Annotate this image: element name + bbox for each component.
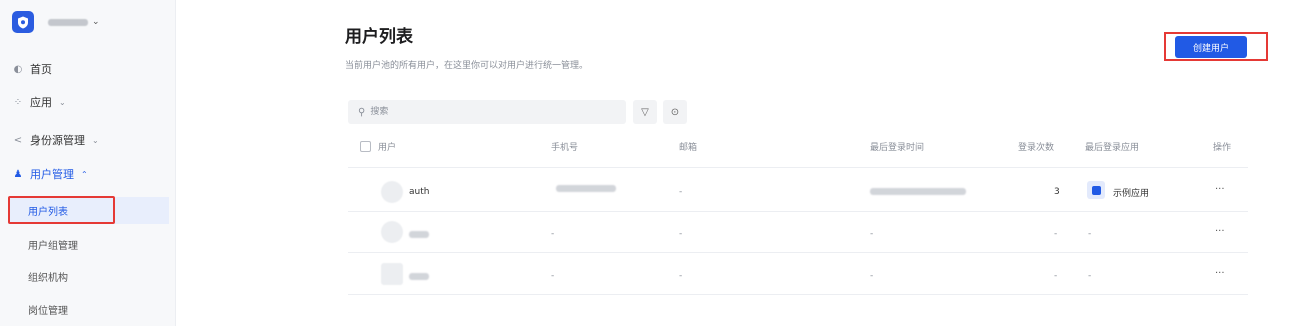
avatar [381, 263, 403, 285]
email-cell: - [679, 271, 683, 281]
chevron-down-icon: ⌄ [59, 97, 66, 107]
share-icon: < [13, 134, 23, 146]
column-header-user: 用户 [378, 143, 397, 153]
more-actions-icon[interactable]: ··· [1215, 268, 1225, 279]
highlight-outline [8, 196, 115, 224]
more-actions-icon[interactable]: ··· [1215, 226, 1225, 237]
user-name[interactable]: auth [409, 187, 429, 197]
app-icon [1087, 181, 1105, 199]
login-count-cell: - [1054, 271, 1058, 281]
column-header-email: 邮箱 [679, 143, 698, 153]
filter-button[interactable]: ▽ [633, 100, 657, 124]
sidebar: ⌄ ◐ 首页 ⁘ 应用 ⌄ < 身份源管理 ⌄ ♟ 用户管理 ⌃ 用户列表 用户… [0, 0, 176, 326]
last-app-cell: - [1088, 271, 1092, 281]
login-count-cell: 3 [1054, 187, 1060, 197]
avatar [381, 221, 403, 243]
sidebar-item-home[interactable]: ◐ 首页 [12, 57, 52, 81]
page-title: 用户列表 [345, 27, 413, 47]
dashboard-icon: ◐ [13, 63, 23, 75]
sidebar-item-label: 应用 [30, 96, 52, 109]
phone-cell: - [551, 229, 555, 239]
user-name-redacted [409, 273, 429, 280]
column-header-login-count: 登录次数 [1018, 143, 1055, 153]
last-login-time-redacted [870, 188, 966, 195]
divider [348, 294, 1248, 295]
avatar [381, 181, 403, 203]
shield-logo-icon [12, 11, 34, 33]
sidebar-subitem-organization[interactable]: 组织机构 [28, 264, 68, 288]
email-cell: - [679, 187, 683, 197]
sidebar-subitem-positions[interactable]: 岗位管理 [28, 297, 68, 321]
sidebar-item-apps[interactable]: ⁘ 应用 ⌄ [12, 90, 66, 114]
highlight-outline [1164, 32, 1268, 61]
divider [348, 167, 1248, 168]
apps-icon: ⁘ [13, 96, 23, 108]
last-app-link[interactable]: 示例应用 [1113, 186, 1149, 199]
select-all-checkbox[interactable] [360, 141, 371, 152]
sidebar-item-label: 用户管理 [30, 168, 74, 181]
phone-cell: - [551, 271, 555, 281]
user-name-redacted [409, 231, 429, 238]
page-description: 当前用户池的所有用户，在这里你可以对用户进行统一管理。 [345, 61, 589, 71]
search-input[interactable] [368, 106, 593, 118]
chevron-down-icon: ⌄ [92, 17, 100, 27]
email-cell: - [679, 229, 683, 239]
sidebar-item-identity-sources[interactable]: < 身份源管理 ⌄ [12, 128, 99, 152]
divider [348, 252, 1248, 253]
column-header-phone: 手机号 [551, 143, 579, 153]
column-header-last-login-app: 最后登录应用 [1085, 143, 1140, 153]
sidebar-subitem-user-groups[interactable]: 用户组管理 [28, 232, 78, 256]
phone-redacted [556, 185, 616, 192]
last-app-cell: - [1088, 229, 1092, 239]
column-header-actions: 操作 [1213, 143, 1232, 153]
sidebar-item-label: 身份源管理 [30, 134, 85, 147]
last-login-time-cell: - [870, 229, 874, 239]
more-actions-icon[interactable]: ··· [1215, 184, 1225, 195]
sidebar-item-label: 首页 [30, 63, 52, 76]
divider [348, 211, 1248, 212]
gear-icon: ⊙ [670, 106, 680, 118]
chevron-down-icon: ⌄ [92, 135, 99, 145]
search-box[interactable]: ⚲ [348, 100, 626, 124]
chevron-up-icon: ⌃ [81, 169, 88, 179]
workspace-name-redacted [48, 18, 88, 26]
sidebar-subitem-label: 用户组管理 [28, 240, 78, 252]
settings-button[interactable]: ⊙ [663, 100, 687, 124]
sidebar-item-user-management[interactable]: ♟ 用户管理 ⌃ [12, 162, 88, 186]
column-header-last-login-time: 最后登录时间 [870, 143, 925, 153]
login-count-cell: - [1054, 229, 1058, 239]
sidebar-subitem-label: 岗位管理 [28, 305, 68, 317]
filter-icon: ▽ [641, 106, 649, 118]
users-icon: ♟ [13, 168, 23, 180]
search-icon: ⚲ [358, 106, 366, 118]
sidebar-subitem-label: 组织机构 [28, 272, 68, 284]
workspace-switcher[interactable]: ⌄ [12, 11, 100, 33]
last-login-time-cell: - [870, 271, 874, 281]
